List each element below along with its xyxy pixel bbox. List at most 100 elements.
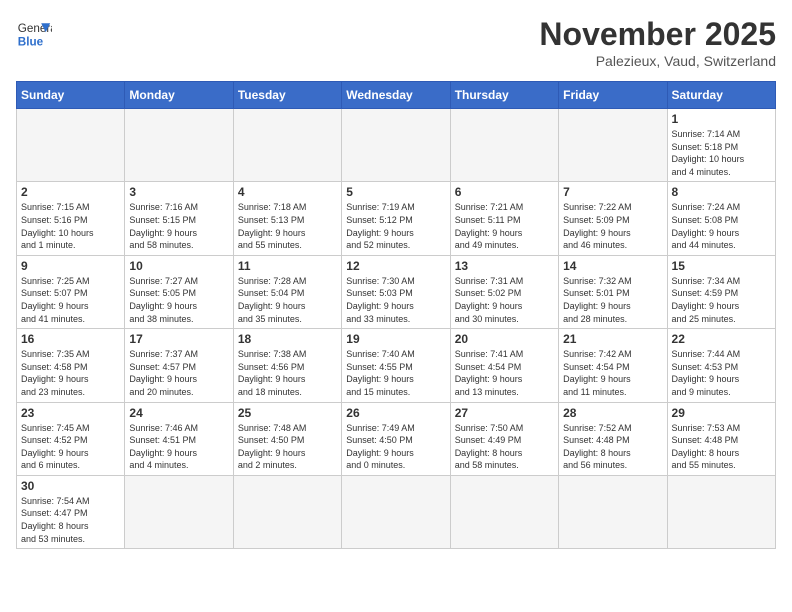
calendar-cell <box>125 475 233 548</box>
day-info: Sunrise: 7:40 AM Sunset: 4:55 PM Dayligh… <box>346 348 445 398</box>
day-info: Sunrise: 7:19 AM Sunset: 5:12 PM Dayligh… <box>346 201 445 251</box>
weekday-header-row: SundayMondayTuesdayWednesdayThursdayFrid… <box>17 82 776 109</box>
calendar-table: SundayMondayTuesdayWednesdayThursdayFrid… <box>16 81 776 549</box>
calendar-cell: 5 Sunrise: 7:19 AM Sunset: 5:12 PM Daylig… <box>342 182 450 255</box>
svg-text:Blue: Blue <box>18 36 44 49</box>
day-info: Sunrise: 7:18 AM Sunset: 5:13 PM Dayligh… <box>238 201 337 251</box>
day-info: Sunrise: 7:38 AM Sunset: 4:56 PM Dayligh… <box>238 348 337 398</box>
day-info: Sunrise: 7:21 AM Sunset: 5:11 PM Dayligh… <box>455 201 554 251</box>
day-number: 30 <box>21 479 120 493</box>
day-info: Sunrise: 7:35 AM Sunset: 4:58 PM Dayligh… <box>21 348 120 398</box>
month-year: November 2025 <box>539 16 776 53</box>
day-number: 11 <box>238 259 337 273</box>
day-info: Sunrise: 7:52 AM Sunset: 4:48 PM Dayligh… <box>563 422 662 472</box>
calendar-cell: 3Sunrise: 7:16 AM Sunset: 5:15 PM Daylig… <box>125 182 233 255</box>
day-info: Sunrise: 7:42 AM Sunset: 4:54 PM Dayligh… <box>563 348 662 398</box>
day-info: Sunrise: 7:46 AM Sunset: 4:51 PM Dayligh… <box>129 422 228 472</box>
day-info: Sunrise: 7:25 AM Sunset: 5:07 PM Dayligh… <box>21 275 120 325</box>
day-info: Sunrise: 7:50 AM Sunset: 4:49 PM Dayligh… <box>455 422 554 472</box>
day-info: Sunrise: 7:32 AM Sunset: 5:01 PM Dayligh… <box>563 275 662 325</box>
title-block: November 2025 Palezieux, Vaud, Switzerla… <box>539 16 776 69</box>
calendar-cell: 26 Sunrise: 7:49 AM Sunset: 4:50 PM Dayli… <box>342 402 450 475</box>
day-info: Sunrise: 7:28 AM Sunset: 5:04 PM Dayligh… <box>238 275 337 325</box>
calendar-cell: 22 Sunrise: 7:44 AM Sunset: 4:53 PM Dayli… <box>667 329 775 402</box>
day-number: 28 <box>563 406 662 420</box>
day-info: Sunrise: 7:37 AM Sunset: 4:57 PM Dayligh… <box>129 348 228 398</box>
day-number: 29 <box>672 406 771 420</box>
calendar-cell: 10 Sunrise: 7:27 AM Sunset: 5:05 PM Dayli… <box>125 255 233 328</box>
week-row-6: 30 Sunrise: 7:54 AM Sunset: 4:47 PM Dayli… <box>17 475 776 548</box>
day-info: Sunrise: 7:44 AM Sunset: 4:53 PM Dayligh… <box>672 348 771 398</box>
calendar-cell <box>233 475 341 548</box>
page-header: General Blue November 2025 Palezieux, Va… <box>16 16 776 69</box>
day-info: Sunrise: 7:22 AM Sunset: 5:09 PM Dayligh… <box>563 201 662 251</box>
day-number: 21 <box>563 332 662 346</box>
day-number: 6 <box>455 185 554 199</box>
calendar-cell <box>125 109 233 182</box>
day-info: Sunrise: 7:24 AM Sunset: 5:08 PM Dayligh… <box>672 201 771 251</box>
calendar-cell <box>450 109 558 182</box>
calendar-cell: 11 Sunrise: 7:28 AM Sunset: 5:04 PM Dayli… <box>233 255 341 328</box>
day-number: 8 <box>672 185 771 199</box>
day-number: 2 <box>21 185 120 199</box>
day-number: 5 <box>346 185 445 199</box>
day-number: 26 <box>346 406 445 420</box>
weekday-header-tuesday: Tuesday <box>233 82 341 109</box>
calendar-cell: 21 Sunrise: 7:42 AM Sunset: 4:54 PM Dayli… <box>559 329 667 402</box>
calendar-cell: 29 Sunrise: 7:53 AM Sunset: 4:48 PM Dayli… <box>667 402 775 475</box>
calendar-cell: 15 Sunrise: 7:34 AM Sunset: 4:59 PM Dayli… <box>667 255 775 328</box>
day-info: Sunrise: 7:34 AM Sunset: 4:59 PM Dayligh… <box>672 275 771 325</box>
calendar-cell <box>342 109 450 182</box>
day-number: 10 <box>129 259 228 273</box>
day-number: 22 <box>672 332 771 346</box>
day-number: 13 <box>455 259 554 273</box>
week-row-4: 16Sunrise: 7:35 AM Sunset: 4:58 PM Dayli… <box>17 329 776 402</box>
calendar-cell: 30 Sunrise: 7:54 AM Sunset: 4:47 PM Dayli… <box>17 475 125 548</box>
calendar-cell: 28 Sunrise: 7:52 AM Sunset: 4:48 PM Dayli… <box>559 402 667 475</box>
day-info: Sunrise: 7:31 AM Sunset: 5:02 PM Dayligh… <box>455 275 554 325</box>
day-info: Sunrise: 7:49 AM Sunset: 4:50 PM Dayligh… <box>346 422 445 472</box>
day-info: Sunrise: 7:48 AM Sunset: 4:50 PM Dayligh… <box>238 422 337 472</box>
day-number: 19 <box>346 332 445 346</box>
calendar-cell: 16Sunrise: 7:35 AM Sunset: 4:58 PM Dayli… <box>17 329 125 402</box>
day-number: 3 <box>129 185 228 199</box>
weekday-header-monday: Monday <box>125 82 233 109</box>
day-info: Sunrise: 7:45 AM Sunset: 4:52 PM Dayligh… <box>21 422 120 472</box>
week-row-1: 1Sunrise: 7:14 AM Sunset: 5:18 PM Daylig… <box>17 109 776 182</box>
day-number: 9 <box>21 259 120 273</box>
calendar-cell: 20Sunrise: 7:41 AM Sunset: 4:54 PM Dayli… <box>450 329 558 402</box>
calendar-cell <box>559 109 667 182</box>
day-number: 12 <box>346 259 445 273</box>
calendar-cell: 6 Sunrise: 7:21 AM Sunset: 5:11 PM Daylig… <box>450 182 558 255</box>
day-number: 24 <box>129 406 228 420</box>
calendar-cell: 18 Sunrise: 7:38 AM Sunset: 4:56 PM Dayli… <box>233 329 341 402</box>
day-number: 25 <box>238 406 337 420</box>
day-info: Sunrise: 7:54 AM Sunset: 4:47 PM Dayligh… <box>21 495 120 545</box>
day-info: Sunrise: 7:15 AM Sunset: 5:16 PM Dayligh… <box>21 201 120 251</box>
calendar-cell: 9 Sunrise: 7:25 AM Sunset: 5:07 PM Daylig… <box>17 255 125 328</box>
calendar-cell: 2 Sunrise: 7:15 AM Sunset: 5:16 PM Daylig… <box>17 182 125 255</box>
weekday-header-thursday: Thursday <box>450 82 558 109</box>
calendar-cell: 13 Sunrise: 7:31 AM Sunset: 5:02 PM Dayli… <box>450 255 558 328</box>
calendar-cell: 17Sunrise: 7:37 AM Sunset: 4:57 PM Dayli… <box>125 329 233 402</box>
calendar-cell: 8 Sunrise: 7:24 AM Sunset: 5:08 PM Daylig… <box>667 182 775 255</box>
day-number: 14 <box>563 259 662 273</box>
day-info: Sunrise: 7:27 AM Sunset: 5:05 PM Dayligh… <box>129 275 228 325</box>
day-number: 15 <box>672 259 771 273</box>
day-number: 7 <box>563 185 662 199</box>
calendar-cell: 27 Sunrise: 7:50 AM Sunset: 4:49 PM Dayli… <box>450 402 558 475</box>
weekday-header-wednesday: Wednesday <box>342 82 450 109</box>
calendar-cell: 25 Sunrise: 7:48 AM Sunset: 4:50 PM Dayli… <box>233 402 341 475</box>
weekday-header-sunday: Sunday <box>17 82 125 109</box>
calendar-cell: 1Sunrise: 7:14 AM Sunset: 5:18 PM Daylig… <box>667 109 775 182</box>
day-info: Sunrise: 7:30 AM Sunset: 5:03 PM Dayligh… <box>346 275 445 325</box>
calendar-cell: 23Sunrise: 7:45 AM Sunset: 4:52 PM Dayli… <box>17 402 125 475</box>
day-number: 18 <box>238 332 337 346</box>
day-info: Sunrise: 7:53 AM Sunset: 4:48 PM Dayligh… <box>672 422 771 472</box>
calendar-cell <box>233 109 341 182</box>
day-number: 27 <box>455 406 554 420</box>
location: Palezieux, Vaud, Switzerland <box>539 53 776 69</box>
week-row-5: 23Sunrise: 7:45 AM Sunset: 4:52 PM Dayli… <box>17 402 776 475</box>
calendar-cell: 14 Sunrise: 7:32 AM Sunset: 5:01 PM Dayli… <box>559 255 667 328</box>
day-info: Sunrise: 7:41 AM Sunset: 4:54 PM Dayligh… <box>455 348 554 398</box>
